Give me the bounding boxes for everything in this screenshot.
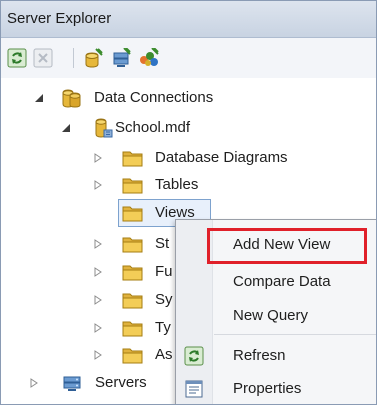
folder-icon [122,321,143,337]
expand-arrow-icon[interactable] [93,267,103,277]
folder-icon [122,151,143,167]
database-icon [62,89,81,108]
tree-node-label: School.mdf [115,119,191,136]
tree-node-label: St [155,235,170,252]
tree-node-database-diagrams[interactable]: Database Diagrams [1,145,361,171]
collapse-arrow-icon[interactable] [61,123,71,133]
tree-node-label: Database Diagrams [155,149,288,166]
folder-icon [122,348,143,364]
connect-to-sharepoint-icon [140,47,159,66]
server-icon [63,376,81,391]
tree-node-assemblies[interactable]: As [1,342,176,368]
tree-node-synonyms[interactable]: Sy [1,287,176,313]
database-file-icon [95,118,113,138]
expand-arrow-icon[interactable] [93,239,103,249]
connect-to-sharepoint-button[interactable] [138,47,159,68]
connect-to-database-button[interactable] [83,48,103,68]
tree-node-label: Data Connections [94,89,214,106]
collapse-arrow-icon[interactable] [34,93,44,103]
expand-arrow-icon[interactable] [29,378,39,388]
folder-icon [122,178,143,194]
panel-title: Server Explorer [7,10,112,27]
tree-node-servers[interactable]: Servers [1,370,176,396]
menu-item-refresh[interactable]: Refresn [176,340,376,372]
menu-item-properties[interactable]: Properties [176,373,376,404]
connect-to-server-button[interactable] [111,47,131,68]
folder-icon [122,265,143,281]
panel-titlebar: Server Explorer [1,1,376,38]
menu-item-label: Refresn [233,347,286,364]
menu-item-label: Compare Data [233,273,331,290]
refresh-icon [7,48,27,68]
tree-node-stored-procedures[interactable]: St [1,231,176,257]
menu-item-new-query[interactable]: New Query [176,300,376,332]
tree-node-label: Ty [155,319,171,336]
tree-node-label: Servers [95,374,147,391]
server-explorer-panel: Server Explorer Data Connections School.… [0,0,377,405]
tree-node-label: Sy [155,291,173,308]
expand-arrow-icon[interactable] [93,153,103,163]
expand-arrow-icon[interactable] [93,180,103,190]
stop-button[interactable] [33,48,53,68]
tree-node-label: As [155,346,173,363]
folder-icon [122,293,143,309]
tree-node-school-mdf[interactable]: School.mdf [1,115,361,141]
tree-node-label: Fu [155,263,173,280]
folder-icon [122,206,143,222]
menu-item-compare-data[interactable]: Compare Data [176,266,376,298]
stop-icon [33,48,53,68]
menu-item-label: Properties [233,380,302,397]
tree-node-types[interactable]: Ty [1,315,176,341]
tree-node-functions[interactable]: Fu [1,259,176,285]
properties-icon [185,380,203,398]
toolbar [1,38,376,78]
expand-arrow-icon[interactable] [93,295,103,305]
menu-separator [214,334,376,335]
connect-to-database-icon [85,48,103,68]
tree-node-label: Tables [155,176,199,193]
refresh-button[interactable] [7,48,27,68]
refresh-icon [184,346,204,366]
expand-arrow-icon[interactable] [93,323,103,333]
menu-item-label: New Query [233,307,309,324]
connect-to-server-icon [113,47,131,67]
tree-node-data-connections[interactable]: Data Connections [1,85,361,111]
annotation-highlight-box [207,228,367,264]
folder-icon [122,237,143,253]
expand-arrow-icon[interactable] [93,350,103,360]
toolbar-separator [73,48,74,68]
tree-node-tables[interactable]: Tables [1,172,361,198]
